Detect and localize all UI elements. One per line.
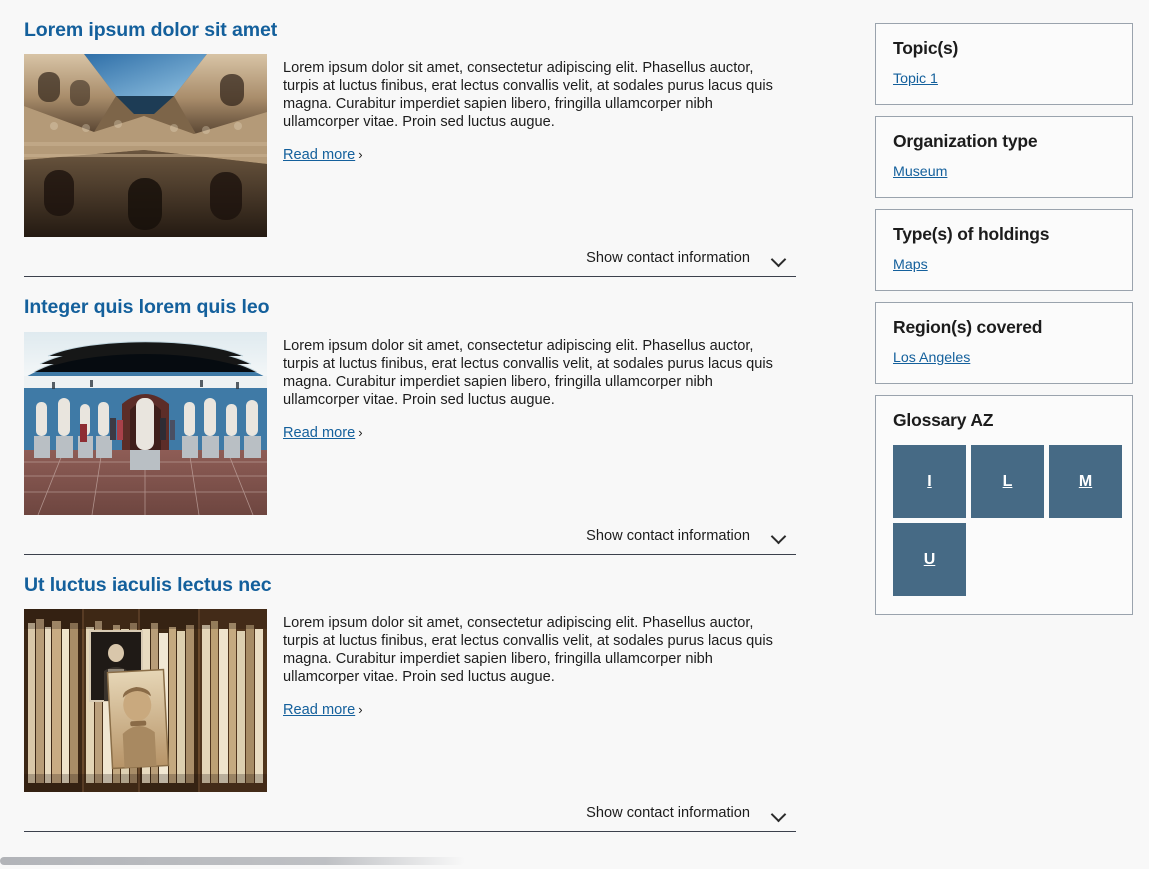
chevron-right-icon: › [358,424,363,440]
contact-toggle-label: Show contact information [586,805,750,822]
facet-value-link[interactable]: Maps [893,257,928,273]
horizontal-scrollbar[interactable] [0,853,1149,869]
facet-organization-type: Organization type Museum [875,116,1133,198]
result-body: Lorem ipsum dolor sit amet, consectetur … [24,609,796,793]
read-more-link[interactable]: Read more › [283,425,363,441]
result-item: Lorem ipsum dolor sit amet Lorem ipsum d… [24,0,796,278]
result-text: Lorem ipsum dolor sit amet, consectetur … [267,332,796,442]
contact-row: Show contact information [24,245,796,271]
facet-title: Topic(s) [893,38,959,58]
result-divider [24,831,796,833]
glossary-letter-tile[interactable]: M [1049,445,1122,518]
chevron-right-icon: › [358,147,363,163]
result-body: Lorem ipsum dolor sit amet, consectetur … [24,331,796,515]
facet-title: Type(s) of holdings [893,224,1050,244]
result-item: Integer quis lorem quis leo Lorem ipsum … [24,277,796,555]
result-thumbnail[interactable] [24,331,267,515]
facet-glossary-az: Glossary AZ I L M U [875,395,1133,615]
chevron-right-icon: › [358,702,363,718]
show-contact-information-button[interactable]: Show contact information [586,805,796,821]
facet-value-link[interactable]: Museum [893,164,947,180]
result-description: Lorem ipsum dolor sit amet, consectetur … [283,337,773,408]
read-more-link[interactable]: Read more › [283,147,363,163]
glossary-title: Glossary AZ [893,410,994,430]
read-more-label: Read more [283,147,356,164]
result-title-link[interactable]: Lorem ipsum dolor sit amet [24,0,796,54]
chevron-down-icon [772,531,786,540]
show-contact-information-button[interactable]: Show contact information [586,528,796,544]
facet-value-link[interactable]: Topic 1 [893,71,938,87]
glossary-letter-grid: I L M U [893,445,1123,596]
contact-toggle-label: Show contact information [586,250,750,267]
facet-topics: Topic(s) Topic 1 [875,23,1133,105]
result-text: Lorem ipsum dolor sit amet, consectetur … [267,609,796,719]
chevron-down-icon [772,809,786,818]
facet-types-of-holdings: Type(s) of holdings Maps [875,209,1133,291]
facet-sidebar: Topic(s) Topic 1 Organization type Museu… [875,23,1133,626]
facet-title: Organization type [893,131,1038,151]
read-more-label: Read more [283,702,356,719]
glossary-letter-tile[interactable]: U [893,523,966,596]
result-description: Lorem ipsum dolor sit amet, consectetur … [283,60,773,131]
read-more-link[interactable]: Read more › [283,702,363,718]
horizontal-scrollbar-thumb[interactable] [0,857,465,865]
glossary-letter-tile[interactable]: I [893,445,966,518]
facet-title: Region(s) covered [893,317,1043,337]
search-results-page: Lorem ipsum dolor sit amet Lorem ipsum d… [0,0,1149,869]
chevron-down-icon [772,254,786,263]
result-description: Lorem ipsum dolor sit amet, consectetur … [283,615,773,686]
show-contact-information-button[interactable]: Show contact information [586,250,796,266]
result-item: Ut luctus iaculis lectus nec Lorem ipsum… [24,555,796,833]
result-thumbnail[interactable] [24,609,267,793]
contact-row: Show contact information [24,523,796,549]
read-more-label: Read more [283,424,356,441]
result-thumbnail[interactable] [24,54,267,238]
contact-toggle-label: Show contact information [586,527,750,544]
result-title-link[interactable]: Integer quis lorem quis leo [24,277,796,331]
result-title-link[interactable]: Ut luctus iaculis lectus nec [24,555,796,609]
glossary-letter-tile[interactable]: L [971,445,1044,518]
facet-value-link[interactable]: Los Angeles [893,350,970,366]
contact-row: Show contact information [24,800,796,826]
result-text: Lorem ipsum dolor sit amet, consectetur … [267,54,796,164]
results-list: Lorem ipsum dolor sit amet Lorem ipsum d… [24,0,796,833]
result-body: Lorem ipsum dolor sit amet, consectetur … [24,54,796,238]
facet-regions-covered: Region(s) covered Los Angeles [875,302,1133,384]
